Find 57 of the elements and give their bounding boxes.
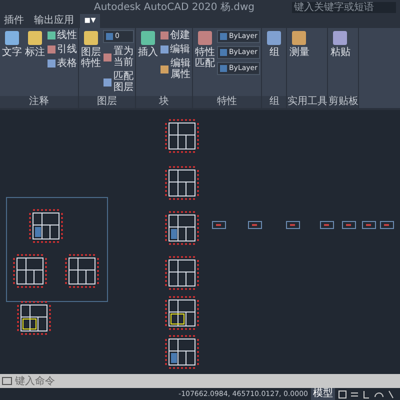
floor-plan-drawing: [164, 210, 200, 246]
floor-plan-drawing: [64, 252, 100, 289]
tool-icon: [291, 30, 308, 46]
panel-title[interactable]: 图层: [79, 96, 135, 108]
ribbon-button[interactable]: 文字: [1, 30, 23, 94]
model-button[interactable]: 模型: [311, 388, 335, 400]
ribbon-button[interactable]: 图层特性: [80, 30, 102, 94]
floor-plan-drawing: [164, 334, 200, 370]
tool-icon: [197, 30, 213, 46]
panel-title[interactable]: 注释: [0, 96, 78, 108]
tool-icon: [332, 30, 348, 46]
ribbon-button[interactable]: 匹配图层: [103, 71, 134, 93]
panel-title[interactable]: 剪贴板: [328, 96, 358, 108]
floor-plan-drawing: [16, 300, 52, 336]
tool-icon: [27, 30, 43, 46]
drawing-sheet: [362, 220, 376, 229]
tool-icon: [4, 30, 20, 46]
ribbon-button[interactable]: 组: [263, 30, 286, 94]
drawing-sheet: [212, 220, 226, 229]
ribbon-button[interactable]: 引线: [47, 44, 77, 55]
command-icon: [2, 377, 12, 385]
floor-plan-drawing: [164, 165, 200, 202]
ribbon-button[interactable]: 编辑属性: [160, 58, 191, 80]
ribbon-tab[interactable]: 插件: [0, 14, 28, 28]
tool-icon: [103, 78, 112, 86]
tool-icon: [103, 52, 112, 62]
ribbon-button[interactable]: 插入: [137, 30, 159, 94]
ribbon-button[interactable]: 测量: [288, 30, 310, 94]
ribbon-button[interactable]: 创建: [160, 30, 191, 41]
ribbon-button[interactable]: 置为当前: [103, 46, 134, 68]
ribbon-button[interactable]: 线性: [47, 30, 77, 41]
panel-title[interactable]: 特性: [193, 96, 262, 108]
panel-title[interactable]: 块: [136, 96, 192, 108]
ribbon-button[interactable]: 粘贴: [329, 30, 352, 94]
drawing-sheet: [320, 220, 334, 229]
tool-icon: [140, 30, 156, 46]
floor-plan-drawing: [164, 255, 200, 292]
drawing-sheet: [380, 220, 394, 229]
floor-plan-drawing: [12, 252, 48, 289]
ribbon-button[interactable]: 表格: [47, 58, 77, 69]
drawing-sheet: [286, 220, 300, 229]
window-title: Autodesk AutoCAD 2020 杨.dwg: [94, 0, 254, 14]
tool-icon: [266, 30, 282, 46]
floor-plan-drawing: [28, 208, 64, 244]
floor-plan-drawing: [164, 294, 200, 331]
tool-icon: [160, 64, 169, 74]
ribbon-button[interactable]: 编辑: [160, 44, 191, 55]
tool-icon: [83, 30, 99, 46]
ribbon-tab[interactable]: ▪▾: [80, 14, 100, 28]
panel-title[interactable]: 组: [262, 96, 286, 108]
panel-title[interactable]: 实用工具: [287, 96, 328, 108]
ribbon-tab[interactable]: 输出应用: [30, 14, 78, 28]
drawing-sheet: [342, 220, 356, 229]
floor-plan-drawing: [164, 118, 200, 154]
ribbon-button[interactable]: 特性匹配: [194, 30, 216, 94]
drawing-sheet: [248, 220, 262, 229]
ribbon-button[interactable]: 标注: [24, 30, 46, 94]
